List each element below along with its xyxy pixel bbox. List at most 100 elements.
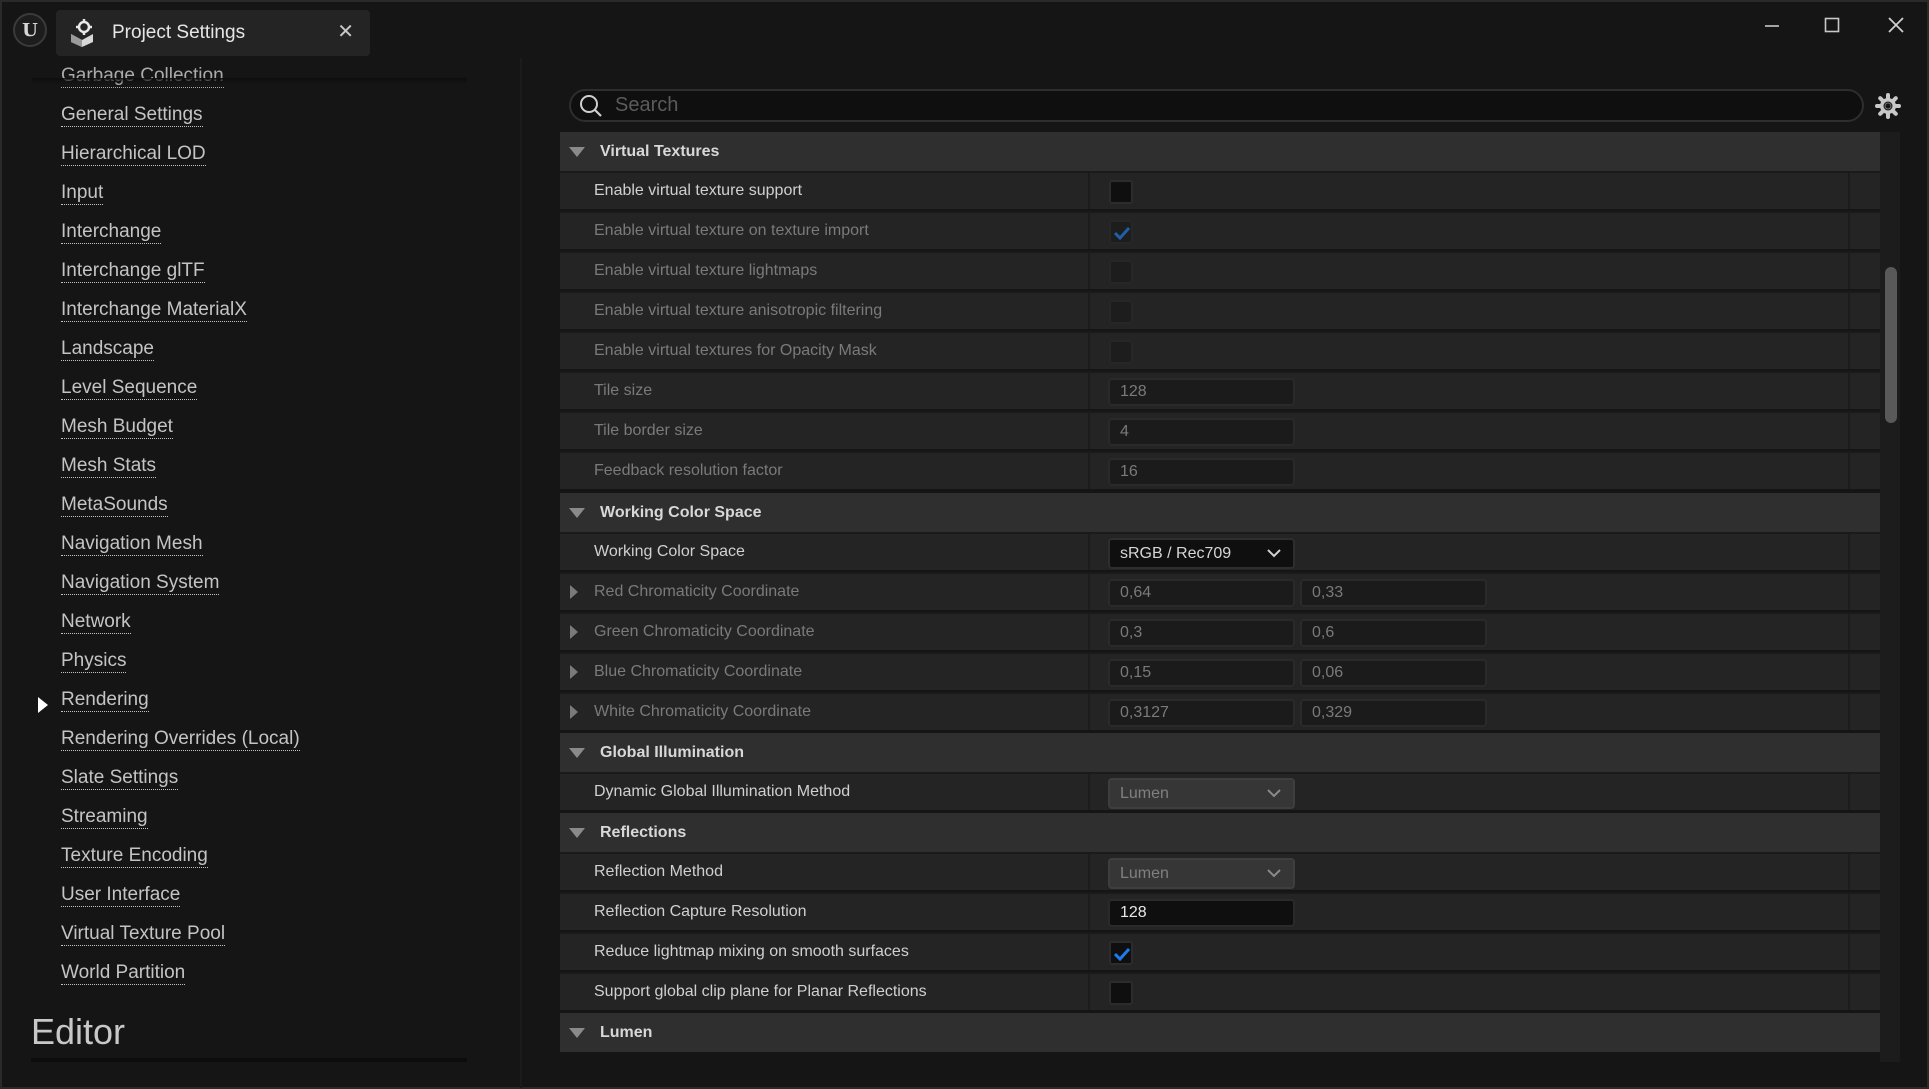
- reduce-lightmap-mixing-checkbox[interactable]: [1109, 941, 1133, 965]
- reset-column-divider: [1848, 934, 1850, 970]
- column-splitter[interactable]: [1088, 854, 1090, 890]
- column-splitter[interactable]: [1088, 293, 1090, 329]
- reset-column-divider: [1848, 413, 1850, 449]
- expand-arrow-icon[interactable]: [570, 625, 578, 639]
- green-chromaticity-y-input[interactable]: 0,6: [1300, 619, 1487, 647]
- nav-item-rendering-overrides-local[interactable]: Rendering Overrides (Local): [61, 728, 300, 751]
- nav-item-slate-settings[interactable]: Slate Settings: [61, 767, 179, 790]
- chevron-down-icon: [1267, 869, 1281, 878]
- tab-close-button[interactable]: ✕: [337, 22, 354, 42]
- maximize-button[interactable]: [1812, 12, 1852, 38]
- dynamic-gi-method-dropdown[interactable]: Lumen: [1108, 778, 1295, 809]
- tile-size-input[interactable]: 128: [1108, 378, 1295, 406]
- nav-item-mesh-budget[interactable]: Mesh Budget: [61, 416, 173, 439]
- working-color-space-dropdown[interactable]: sRGB / Rec709: [1108, 538, 1295, 569]
- expand-arrow-icon[interactable]: [570, 705, 578, 719]
- reset-column-divider: [1848, 333, 1850, 369]
- column-splitter[interactable]: [1088, 373, 1090, 409]
- global-clip-plane-checkbox[interactable]: [1109, 981, 1133, 1005]
- category-global-illumination[interactable]: Global Illumination: [560, 733, 1880, 772]
- tab-project-settings[interactable]: Project Settings ✕: [56, 10, 370, 56]
- tile-border-size-input[interactable]: 4: [1108, 418, 1295, 446]
- virtual-texture-anisotropic-checkbox[interactable]: [1109, 300, 1133, 324]
- column-splitter[interactable]: [1088, 413, 1090, 449]
- nav-item-interchange[interactable]: Interchange: [61, 221, 162, 244]
- enable-virtual-texture-support-checkbox[interactable]: [1109, 180, 1133, 204]
- dropdown-value: sRGB / Rec709: [1120, 545, 1232, 562]
- nav-item-rendering[interactable]: Rendering: [61, 689, 149, 712]
- column-splitter[interactable]: [1088, 974, 1090, 1010]
- category-working-color-space[interactable]: Working Color Space: [560, 493, 1880, 532]
- nav-item-metasounds[interactable]: MetaSounds: [61, 494, 168, 517]
- unreal-engine-logo-icon[interactable]: U: [13, 13, 47, 47]
- column-splitter[interactable]: [1088, 894, 1090, 930]
- nav-item-streaming[interactable]: Streaming: [61, 806, 148, 829]
- setting-row: Tile size 128: [560, 371, 1880, 409]
- nav-item-user-interface[interactable]: User Interface: [61, 884, 181, 907]
- panel-divider[interactable]: [520, 58, 522, 1088]
- column-splitter[interactable]: [1088, 173, 1090, 209]
- reset-column-divider: [1848, 453, 1850, 489]
- reflection-method-dropdown[interactable]: Lumen: [1108, 858, 1295, 889]
- nav-item-interchange-materialx[interactable]: Interchange MaterialX: [61, 299, 247, 322]
- column-splitter[interactable]: [1088, 534, 1090, 570]
- nav-item-mesh-stats[interactable]: Mesh Stats: [61, 455, 157, 478]
- blue-chromaticity-y-input[interactable]: 0,06: [1300, 659, 1487, 687]
- nav-item-texture-encoding[interactable]: Texture Encoding: [61, 845, 208, 868]
- column-splitter[interactable]: [1088, 934, 1090, 970]
- nav-item-input[interactable]: Input: [61, 182, 104, 205]
- reflection-capture-resolution-input[interactable]: 128: [1108, 899, 1295, 927]
- details-scrollbar-thumb[interactable]: [1885, 267, 1897, 423]
- nav-item-general-settings[interactable]: General Settings: [61, 104, 203, 127]
- feedback-resolution-factor-input[interactable]: 16: [1108, 458, 1295, 486]
- column-splitter[interactable]: [1088, 574, 1090, 610]
- column-splitter[interactable]: [1088, 453, 1090, 489]
- category-virtual-textures[interactable]: Virtual Textures: [560, 132, 1880, 171]
- collapse-arrow-icon: [569, 747, 585, 758]
- virtual-texture-opacity-mask-checkbox[interactable]: [1109, 340, 1133, 364]
- search-box: [569, 89, 1864, 122]
- nav-item-interchange-gltf[interactable]: Interchange glTF: [61, 260, 205, 283]
- search-input[interactable]: [615, 94, 1815, 117]
- virtual-texture-on-import-checkbox[interactable]: [1109, 220, 1133, 244]
- setting-row: Blue Chromaticity Coordinate 0,15 0,06: [560, 652, 1880, 690]
- nav-item-level-sequence[interactable]: Level Sequence: [61, 377, 198, 400]
- setting-row: Green Chromaticity Coordinate 0,3 0,6: [560, 612, 1880, 650]
- virtual-texture-lightmaps-checkbox[interactable]: [1109, 260, 1133, 284]
- column-splitter[interactable]: [1088, 253, 1090, 289]
- red-chromaticity-x-input[interactable]: 0,64: [1108, 579, 1295, 607]
- white-chromaticity-x-input[interactable]: 0,3127: [1108, 699, 1295, 727]
- nav-item-landscape[interactable]: Landscape: [61, 338, 154, 361]
- column-splitter[interactable]: [1088, 774, 1090, 810]
- setting-row: Enable virtual texture lightmaps: [560, 251, 1880, 289]
- nav-item-world-partition[interactable]: World Partition: [61, 962, 186, 985]
- nav-item-network[interactable]: Network: [61, 611, 131, 634]
- column-splitter[interactable]: [1088, 614, 1090, 650]
- expand-arrow-icon[interactable]: [570, 665, 578, 679]
- selected-arrow-icon: [38, 697, 48, 713]
- blue-chromaticity-x-input[interactable]: 0,15: [1108, 659, 1295, 687]
- red-chromaticity-y-input[interactable]: 0,33: [1300, 579, 1487, 607]
- minimize-button[interactable]: [1752, 12, 1792, 38]
- category-lumen[interactable]: Lumen: [560, 1013, 1880, 1052]
- nav-item-physics[interactable]: Physics: [61, 650, 127, 673]
- setting-label: Blue Chromaticity Coordinate: [594, 663, 803, 680]
- nav-item-navigation-system[interactable]: Navigation System: [61, 572, 220, 595]
- green-chromaticity-x-input[interactable]: 0,3: [1108, 619, 1295, 647]
- column-splitter[interactable]: [1088, 333, 1090, 369]
- setting-row: Enable virtual texture on texture import: [560, 211, 1880, 249]
- column-splitter[interactable]: [1088, 694, 1090, 730]
- column-splitter[interactable]: [1088, 213, 1090, 249]
- close-window-button[interactable]: [1876, 12, 1916, 38]
- nav-item-virtual-texture-pool[interactable]: Virtual Texture Pool: [61, 923, 226, 946]
- white-chromaticity-y-input[interactable]: 0,329: [1300, 699, 1487, 727]
- nav-item-garbage-collection[interactable]: Garbage Collection: [61, 65, 224, 88]
- nav-item-hierarchical-lod[interactable]: Hierarchical LOD: [61, 143, 206, 166]
- expand-arrow-icon[interactable]: [570, 585, 578, 599]
- setting-label: Reflection Method: [594, 863, 723, 880]
- setting-label: White Chromaticity Coordinate: [594, 703, 811, 720]
- category-reflections[interactable]: Reflections: [560, 813, 1880, 852]
- column-splitter[interactable]: [1088, 654, 1090, 690]
- nav-item-navigation-mesh[interactable]: Navigation Mesh: [61, 533, 203, 556]
- view-options-gear-icon[interactable]: [1874, 92, 1902, 120]
